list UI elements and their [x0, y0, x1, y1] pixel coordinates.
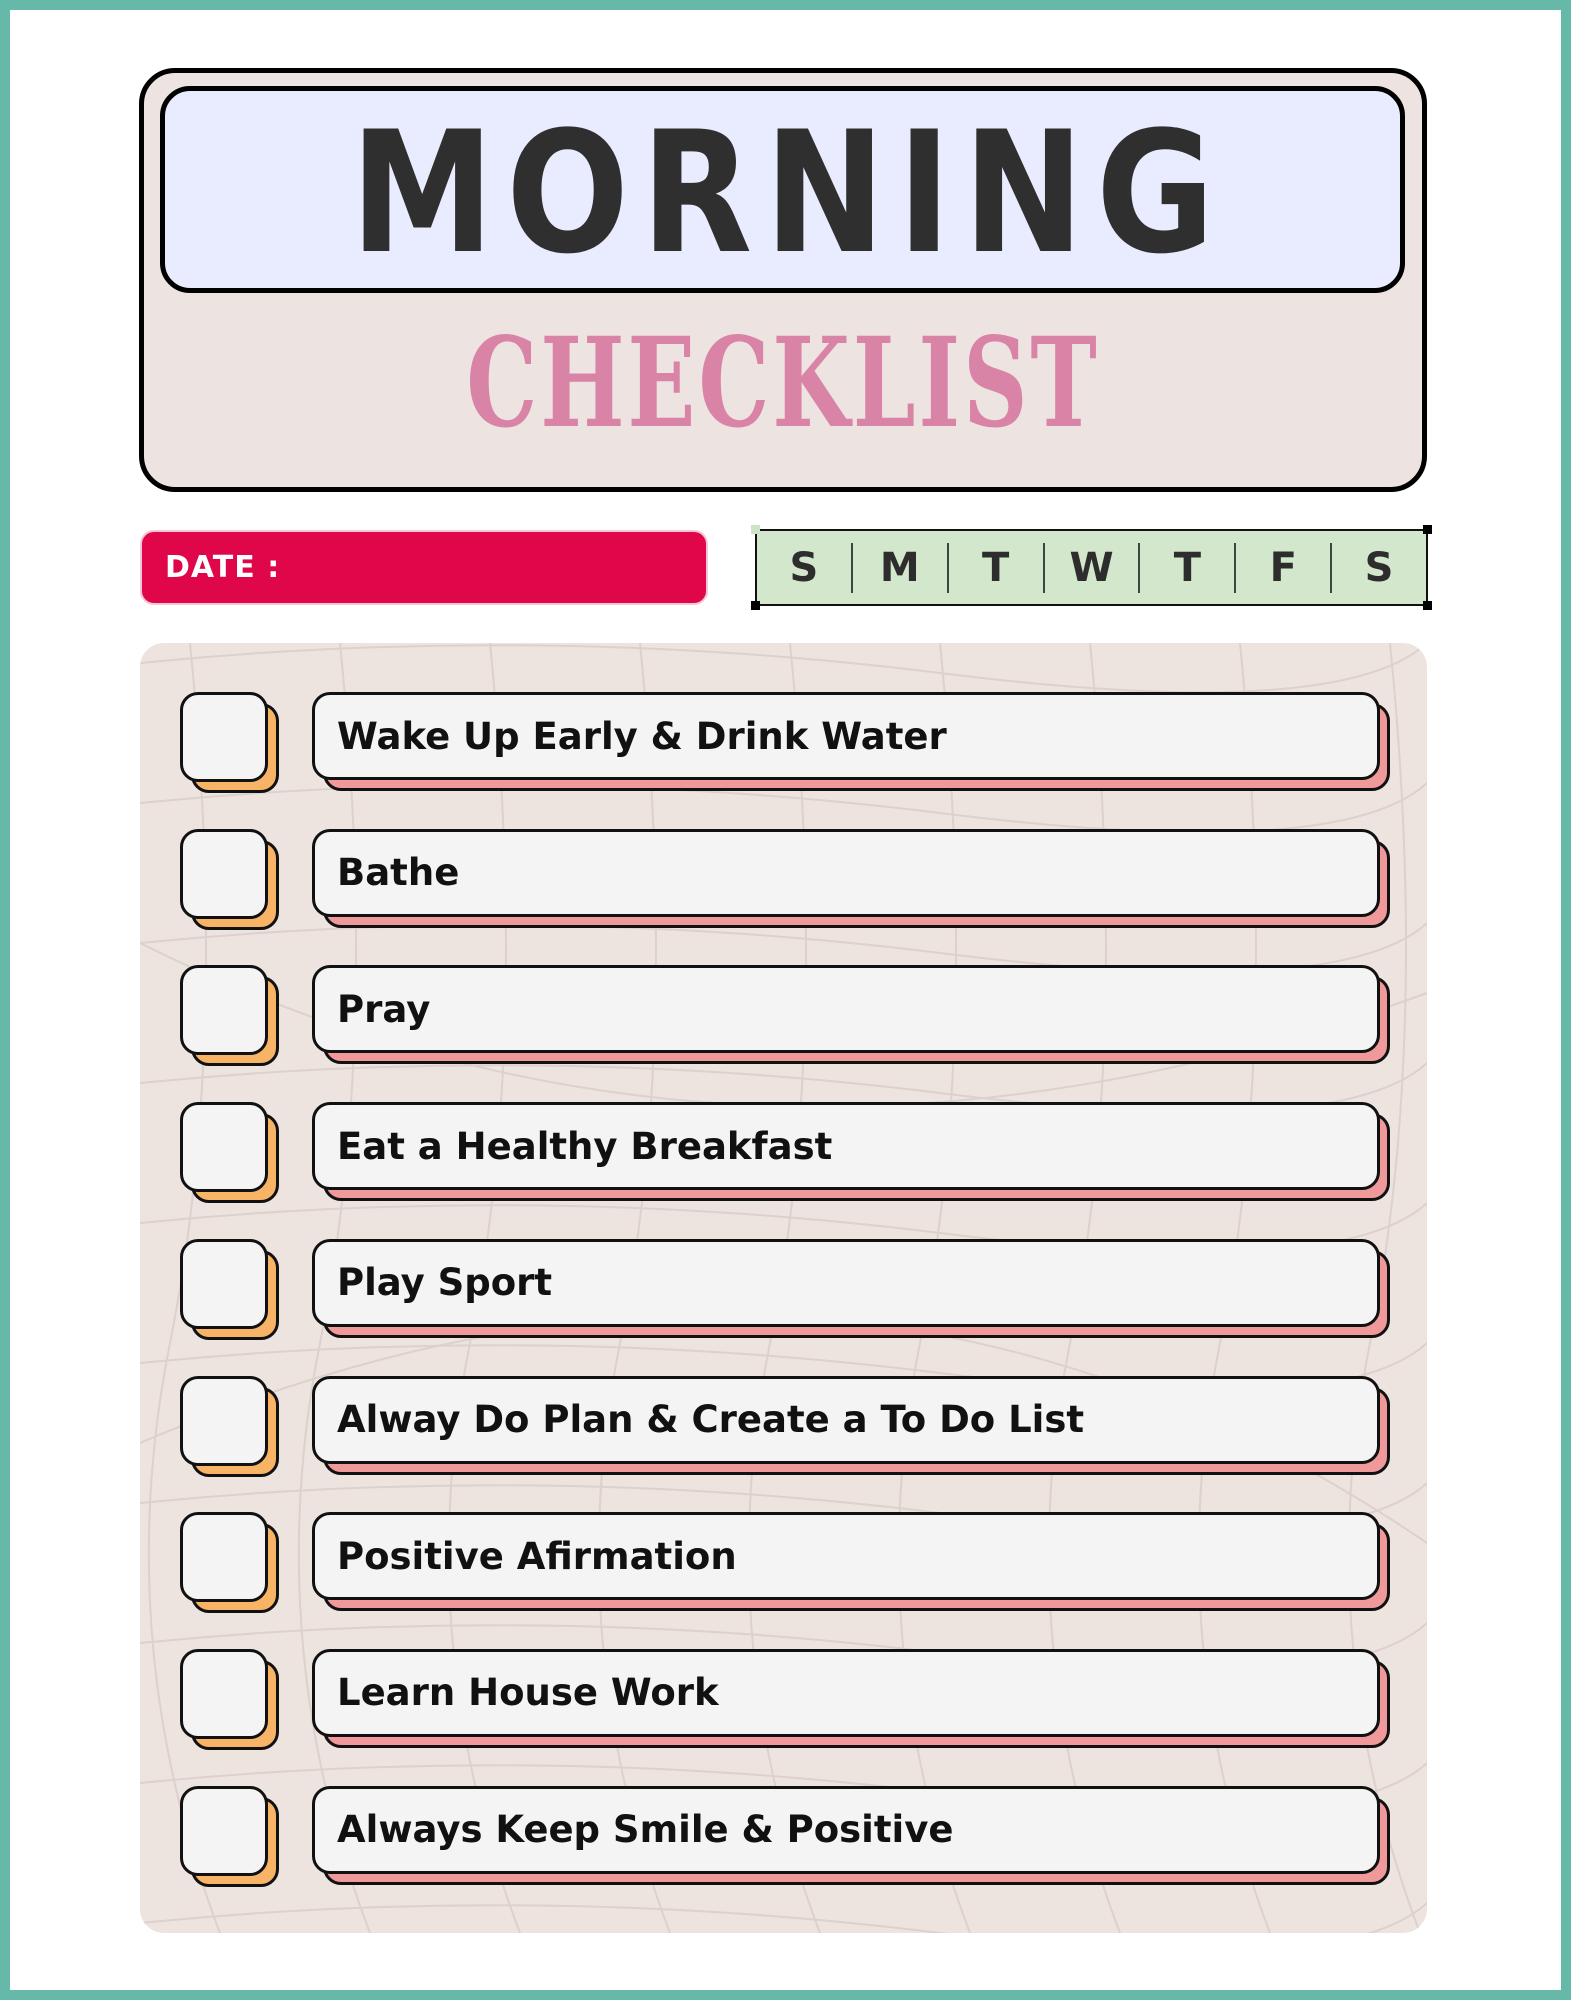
page-title: MORNING	[350, 94, 1227, 291]
task-label-box[interactable]: Play Sport	[312, 1238, 1380, 1327]
checklist-item: Eat a Healthy Breakfast	[140, 1102, 1427, 1204]
weekday-5[interactable]: F	[1236, 545, 1330, 591]
task-label-box[interactable]: Positive Afirmation	[312, 1512, 1380, 1601]
task-label: Wake Up Early & Drink Water	[337, 714, 947, 758]
task-checkbox[interactable]	[180, 1102, 268, 1193]
resize-handle-bottom-right[interactable]	[1423, 601, 1432, 610]
weekday-1[interactable]: M	[853, 545, 947, 591]
task-checkbox[interactable]	[180, 965, 268, 1056]
date-field[interactable]: DATE :	[140, 530, 708, 605]
task-label-box[interactable]: Always Keep Smile & Positive	[312, 1785, 1380, 1874]
task-checkbox[interactable]	[180, 1785, 268, 1876]
task-label: Positive Afirmation	[337, 1534, 737, 1578]
checklist-item: Pray	[140, 965, 1427, 1067]
grid-line	[140, 643, 1427, 694]
task-label: Alway Do Plan & Create a To Do List	[337, 1398, 1085, 1441]
task-checkbox[interactable]	[180, 1375, 268, 1466]
title-box: MORNING	[160, 86, 1405, 293]
weekday-6[interactable]: S	[1332, 545, 1426, 591]
weekday-0[interactable]: S	[757, 545, 851, 591]
date-label: DATE :	[165, 550, 281, 585]
task-label: Always Keep Smile & Positive	[337, 1808, 954, 1852]
page-subtitle: CHECKLIST	[466, 311, 1100, 456]
task-label: Learn House Work	[337, 1671, 719, 1715]
resize-handle-bottom-left[interactable]	[751, 601, 760, 610]
checklist-panel: Wake Up Early & Drink Water Bathe Pray Eat …	[140, 643, 1427, 1933]
weekday-selector: SMTWTFS	[751, 525, 1432, 610]
resize-handle-top-right[interactable]	[1423, 525, 1432, 534]
weekday-2[interactable]: T	[949, 545, 1043, 591]
task-label: Pray	[337, 987, 431, 1031]
task-label-box[interactable]: Bathe	[312, 828, 1380, 917]
task-label-box[interactable]: Eat a Healthy Breakfast	[312, 1102, 1380, 1191]
task-label: Eat a Healthy Breakfast	[337, 1124, 833, 1168]
checklist-item: Alway Do Plan & Create a To Do List	[140, 1375, 1427, 1477]
grid-line	[140, 1902, 1427, 1933]
task-label-box[interactable]: Alway Do Plan & Create a To Do List	[312, 1375, 1380, 1464]
task-checkbox[interactable]	[180, 1238, 268, 1329]
checklist-item: Learn House Work	[140, 1648, 1427, 1750]
checklist-item: Play Sport	[140, 1238, 1427, 1340]
task-label: Play Sport	[337, 1261, 553, 1305]
resize-handle-top-left[interactable]	[751, 525, 760, 534]
task-label-box[interactable]: Wake Up Early & Drink Water	[312, 692, 1380, 780]
task-checkbox[interactable]	[180, 1648, 268, 1739]
task-checkbox[interactable]	[180, 828, 268, 919]
checklist-item: Bathe	[140, 828, 1427, 930]
weekday-4[interactable]: T	[1140, 545, 1234, 591]
task-label-box[interactable]: Pray	[312, 965, 1380, 1054]
checklist-item: Positive Afirmation	[140, 1512, 1427, 1614]
weekday-3[interactable]: W	[1045, 545, 1139, 591]
checklist-item: Always Keep Smile & Positive	[140, 1785, 1427, 1887]
task-label: Bathe	[337, 851, 460, 895]
task-checkbox[interactable]	[180, 692, 268, 782]
task-checkbox[interactable]	[180, 1512, 268, 1603]
checklist-item: Wake Up Early & Drink Water	[140, 692, 1427, 793]
task-label-box[interactable]: Learn House Work	[312, 1648, 1380, 1737]
